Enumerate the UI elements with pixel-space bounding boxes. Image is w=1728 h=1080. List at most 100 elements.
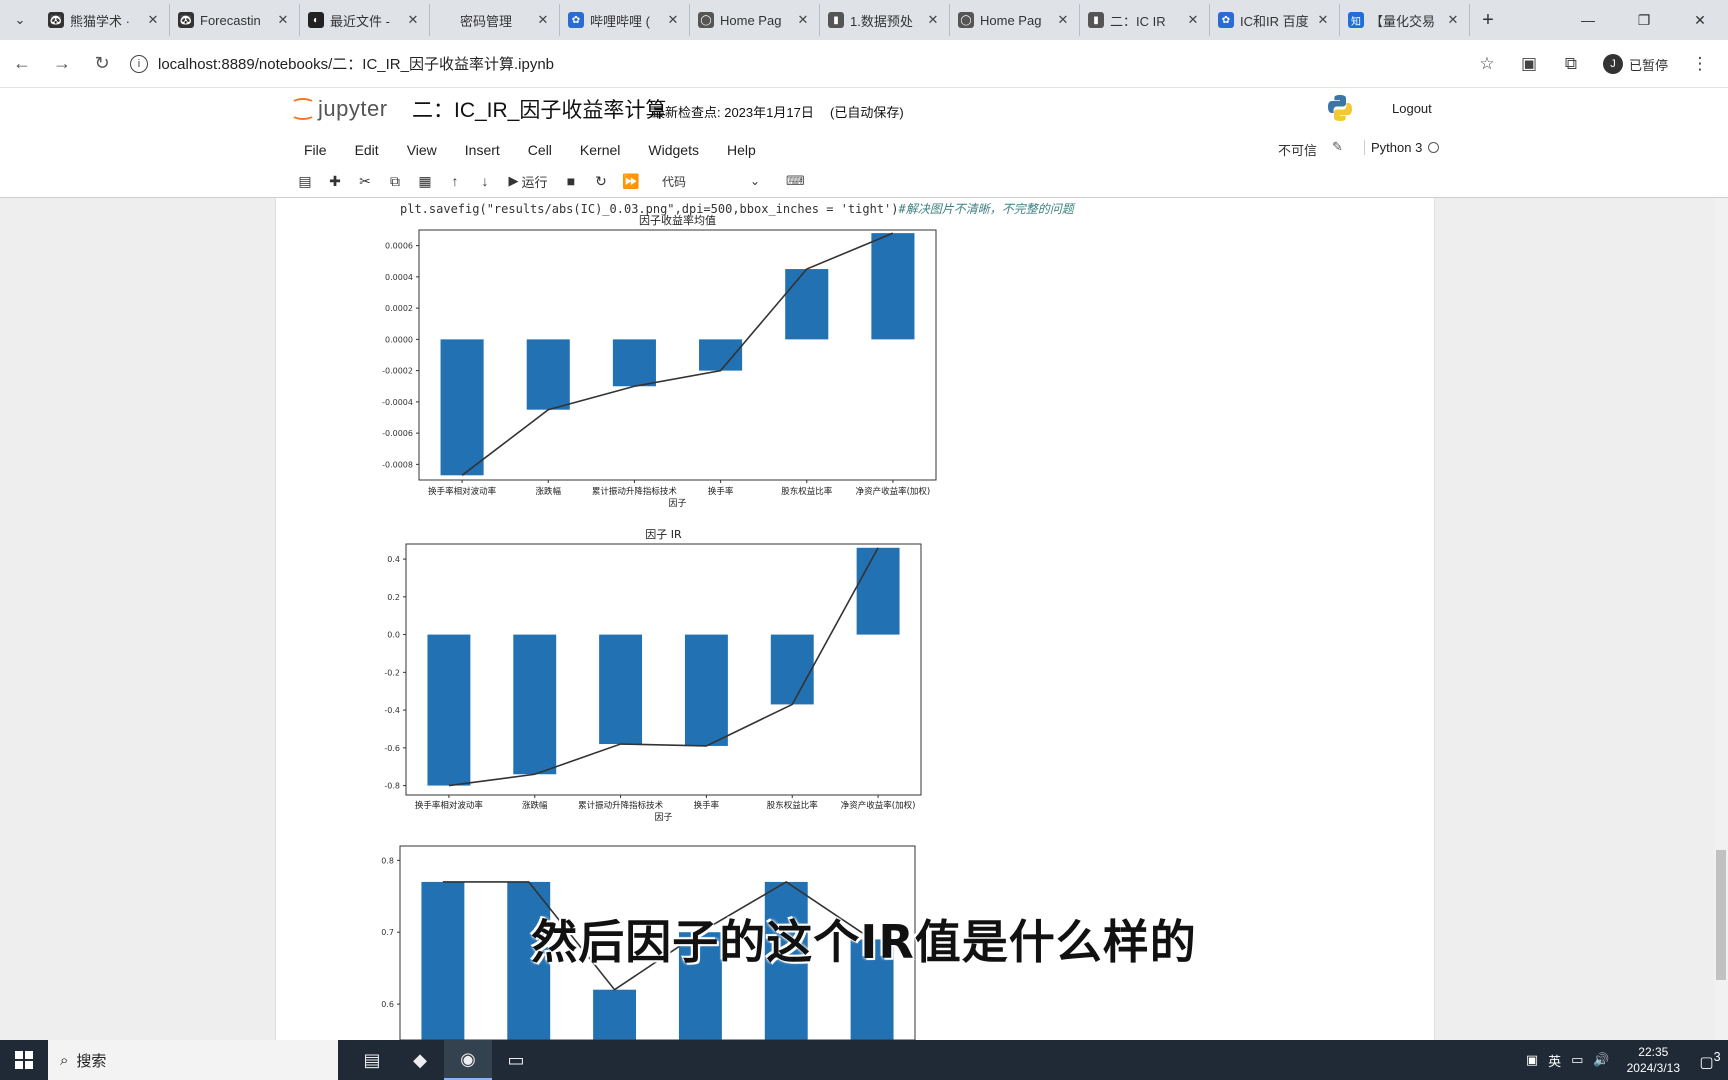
- network-icon[interactable]: ▭: [1566, 1052, 1588, 1068]
- tab-close-icon[interactable]: ✕: [1055, 12, 1071, 28]
- move-down-icon[interactable]: ↓: [470, 169, 500, 193]
- logout-button[interactable]: Logout: [1386, 98, 1438, 119]
- kernel-indicator[interactable]: Python 3: [1364, 140, 1440, 155]
- tab-search-chevron-icon[interactable]: ⌄: [0, 0, 40, 40]
- tray-app-icon[interactable]: ▣: [1521, 1052, 1543, 1068]
- browser-tab[interactable]: 知【量化交易 ✕: [1340, 4, 1470, 36]
- address-bar-actions: ☆ ▣ ⧉ J 已暂停 ⋮: [1469, 46, 1718, 82]
- menu-item-edit[interactable]: Edit: [341, 138, 393, 162]
- fast-forward-icon[interactable]: ⏩: [616, 169, 646, 193]
- menu-item-cell[interactable]: Cell: [514, 138, 566, 162]
- notebook-name[interactable]: 二：IC_IR_因子收益率计算: [412, 94, 666, 124]
- cut-icon[interactable]: ✂: [350, 169, 380, 193]
- terminal-icon[interactable]: ▭: [492, 1040, 540, 1080]
- clock[interactable]: 22:35 2024/3/13: [1615, 1044, 1692, 1076]
- back-arrow-icon[interactable]: ←: [4, 46, 40, 82]
- tab-close-icon[interactable]: ✕: [925, 12, 941, 28]
- y-tick-label: -0.6: [384, 744, 400, 753]
- menu-item-file[interactable]: File: [290, 138, 341, 162]
- menu-item-widgets[interactable]: Widgets: [634, 138, 713, 162]
- forward-arrow-icon[interactable]: →: [44, 46, 80, 82]
- start-windows-icon[interactable]: [0, 1040, 48, 1080]
- checkpoint-status: 最新检查点: 2023年1月17日: [652, 105, 814, 120]
- profile-button[interactable]: J 已暂停: [1595, 54, 1676, 74]
- keyboard-icon[interactable]: ⌨: [786, 173, 805, 189]
- new-tab-button[interactable]: +: [1470, 9, 1506, 32]
- volume-icon[interactable]: 🔊: [1588, 1052, 1614, 1068]
- edit-pencil-icon[interactable]: ✎: [1332, 139, 1343, 155]
- app-bird-icon[interactable]: ◆: [396, 1040, 444, 1080]
- tab-title: 二：IC IR: [1110, 13, 1166, 29]
- kernel-idle-icon: [1428, 142, 1440, 153]
- more-menu-icon[interactable]: ⋮: [1682, 46, 1718, 82]
- chrome-icon[interactable]: ◉: [444, 1040, 492, 1080]
- y-tick-label: 0.8: [381, 856, 394, 865]
- stop-icon[interactable]: ■: [556, 169, 586, 193]
- browser-tab[interactable]: 密码管理 ✕: [430, 4, 560, 36]
- jupyter-header: jupyter 二：IC_IR_因子收益率计算 最新检查点: 2023年1月17…: [0, 88, 1728, 198]
- restore-icon[interactable]: ❐: [1616, 0, 1672, 40]
- insert-cell-icon[interactable]: ✚: [320, 169, 350, 193]
- tab-close-icon[interactable]: ✕: [145, 12, 161, 28]
- ime-indicator[interactable]: 英: [1543, 1051, 1566, 1070]
- y-tick-label: -0.2: [384, 668, 400, 677]
- paste-icon[interactable]: ▦: [410, 169, 440, 193]
- menu-item-view[interactable]: View: [393, 138, 451, 162]
- tab-close-icon[interactable]: ✕: [275, 12, 291, 28]
- minimize-icon[interactable]: —: [1560, 0, 1616, 40]
- restart-icon[interactable]: ↻: [586, 169, 616, 193]
- tab-close-icon[interactable]: ✕: [665, 12, 681, 28]
- browser-tab[interactable]: ▮ 1.数据预处 ✕: [820, 4, 950, 36]
- chart-bar: [427, 634, 471, 786]
- y-tick-label: 0.0002: [385, 304, 413, 313]
- tab-close-icon[interactable]: ✕: [1185, 12, 1201, 28]
- cell-type-select[interactable]: 代码 ⌄: [656, 170, 766, 192]
- url-field[interactable]: i localhost:8889/notebooks/二：IC_IR_因子收益率…: [130, 47, 1430, 81]
- x-axis-label: 因子: [668, 498, 686, 509]
- browser-tab[interactable]: ✿ IC和IR 百度 ✕: [1210, 4, 1340, 36]
- move-up-icon[interactable]: ↑: [440, 169, 470, 193]
- tab-close-icon[interactable]: ✕: [795, 12, 811, 28]
- notification-icon[interactable]: ▢3: [1692, 1050, 1728, 1071]
- jupyter-logo[interactable]: jupyter: [290, 96, 388, 122]
- browser-tab[interactable]: ◯ Home Pag ✕: [690, 4, 820, 36]
- bookmark-star-icon[interactable]: ☆: [1469, 46, 1505, 82]
- taskbar-search[interactable]: ⌕ 搜索: [48, 1040, 338, 1080]
- jupyter-logo-text: jupyter: [318, 96, 388, 121]
- search-label: 搜索: [76, 1052, 107, 1070]
- tab-title: 熊猫学术 ·: [70, 13, 130, 29]
- close-icon[interactable]: ✕: [1672, 0, 1728, 40]
- tab-close-icon[interactable]: ✕: [405, 12, 421, 28]
- run-button[interactable]: ▶ 运行: [500, 169, 556, 193]
- x-axis-label: 因子: [654, 812, 672, 823]
- browser-tab[interactable]: ▮ 二：IC IR ✕: [1080, 4, 1210, 36]
- file-explorer-icon[interactable]: ▤: [348, 1040, 396, 1080]
- tab-close-icon[interactable]: ✕: [535, 12, 551, 28]
- browser-tab[interactable]: 🐼 Forecastin ✕: [170, 4, 300, 36]
- reload-icon[interactable]: ↻: [84, 46, 120, 82]
- x-tick-label: 换手率: [708, 486, 734, 497]
- trust-indicator[interactable]: 不可信: [1278, 140, 1317, 159]
- menu-item-help[interactable]: Help: [713, 138, 770, 162]
- address-bar: ← → ↻ i localhost:8889/notebooks/二：IC_IR…: [0, 40, 1728, 88]
- browser-tab[interactable]: ✿ 哔哩哔哩 (✕: [560, 4, 690, 36]
- browser-tab[interactable]: ◐ 最近文件 - ✕: [300, 4, 430, 36]
- menu-item-kernel[interactable]: Kernel: [566, 138, 634, 162]
- save-icon[interactable]: ▤: [290, 169, 320, 193]
- tab-close-icon[interactable]: ✕: [1315, 12, 1331, 28]
- browser-tab[interactable]: 🐼 熊猫学术 · ✕: [40, 4, 170, 36]
- x-tick-label: 涨跌幅: [522, 800, 548, 811]
- menu-item-insert[interactable]: Insert: [451, 138, 514, 162]
- tab-title: 1.数据预处: [850, 13, 913, 29]
- extension-icon[interactable]: ▣: [1511, 46, 1547, 82]
- copy-icon[interactable]: ⧉: [380, 169, 410, 193]
- tab-favicon-icon: 🐼: [178, 12, 194, 28]
- y-tick-label: 0.4: [387, 555, 400, 564]
- clock-time: 22:35: [1638, 1045, 1669, 1059]
- browser-tab[interactable]: ◯ Home Pag ✕: [950, 4, 1080, 36]
- y-tick-label: 0.0000: [385, 335, 413, 344]
- tab-close-icon[interactable]: ✕: [1445, 12, 1461, 28]
- site-info-icon[interactable]: i: [130, 54, 148, 73]
- y-tick-label: 0.0: [387, 631, 400, 640]
- puzzle-icon[interactable]: ⧉: [1553, 46, 1589, 82]
